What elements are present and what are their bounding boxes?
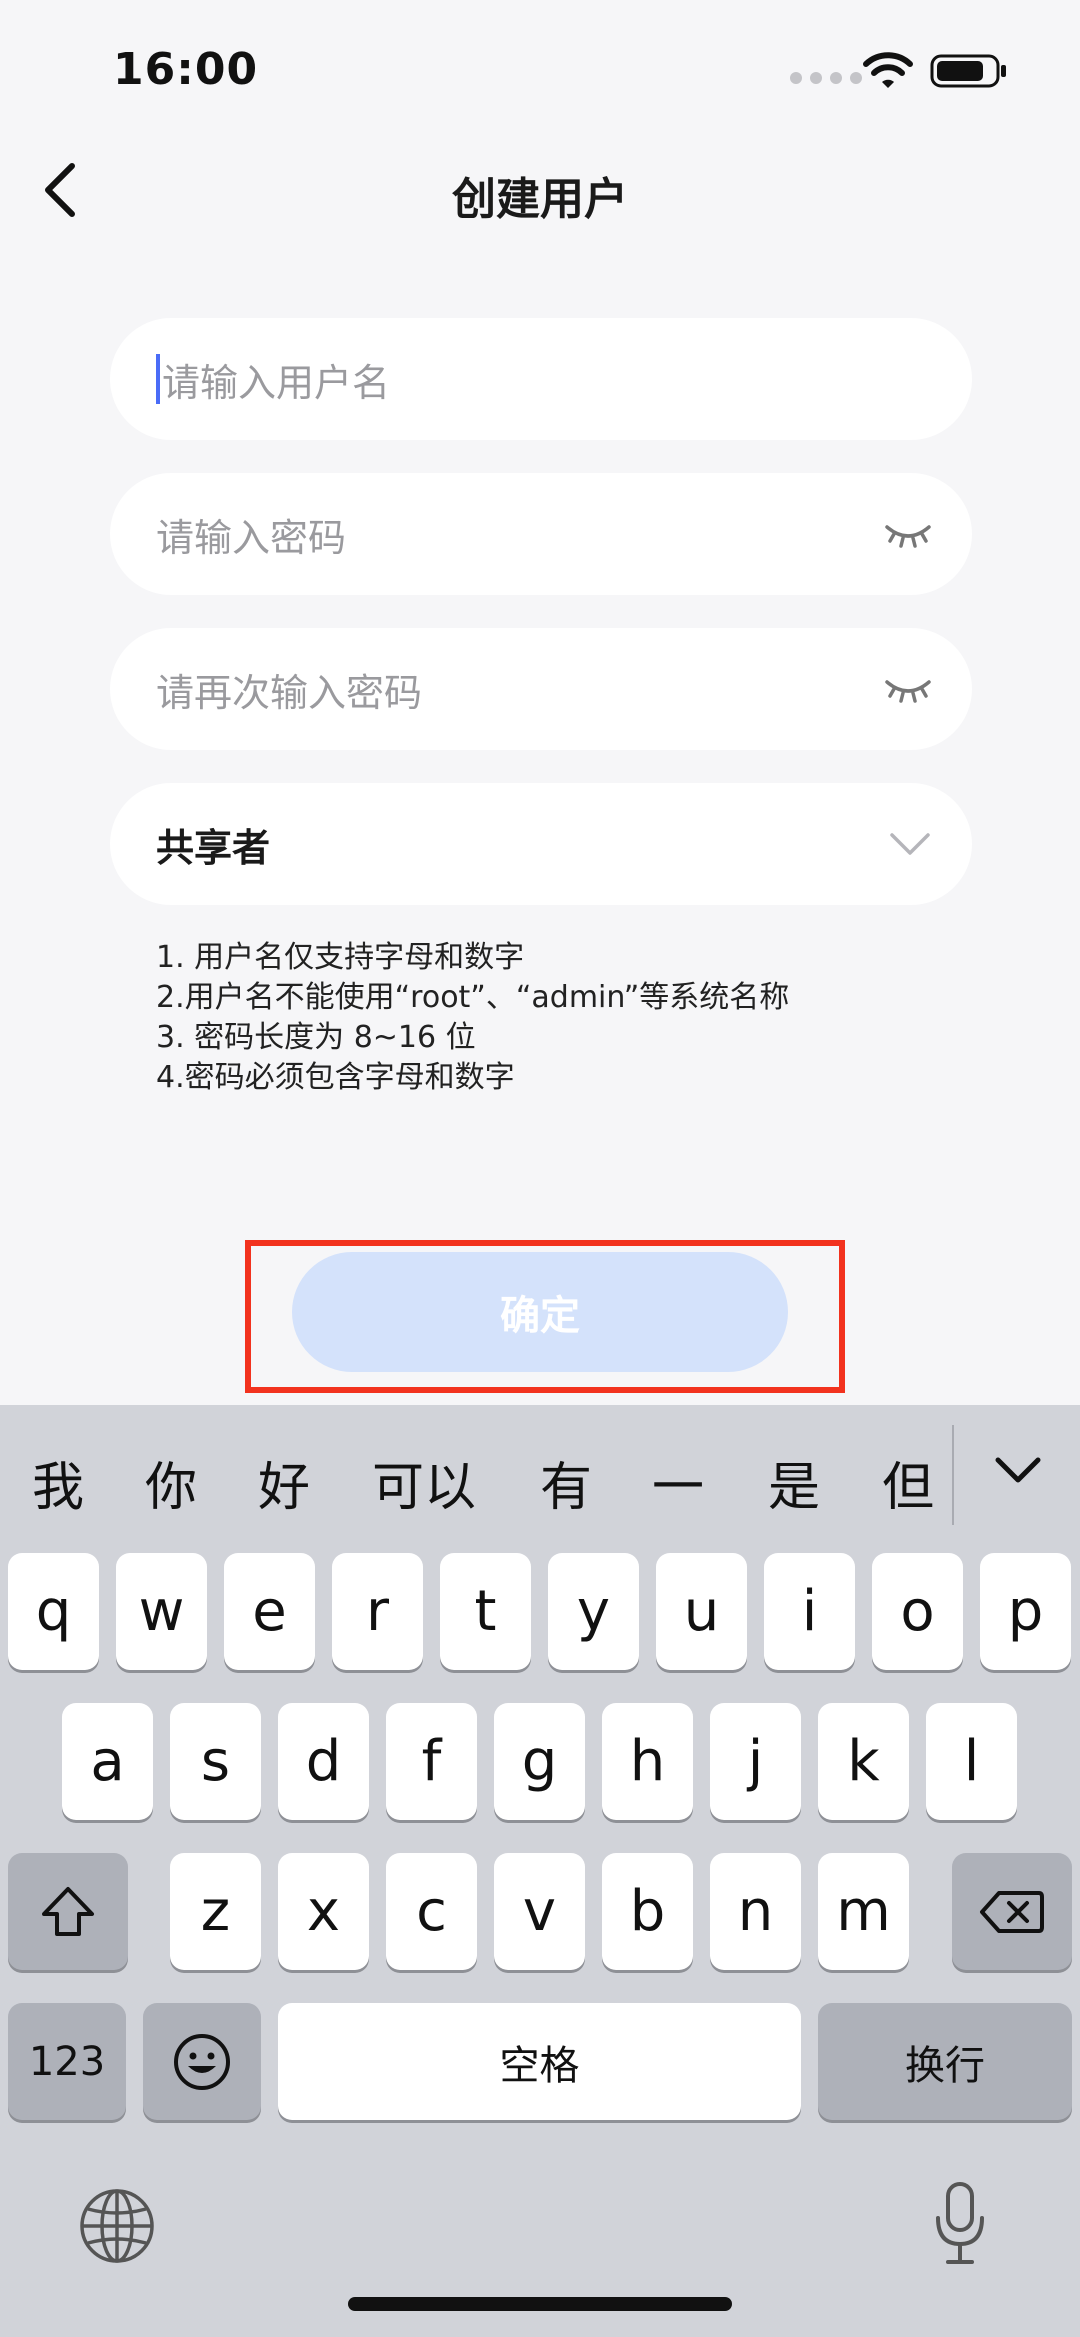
home-indicator	[348, 2297, 732, 2311]
password-placeholder: 请输入密码	[156, 515, 347, 560]
chevron-down-icon	[890, 833, 930, 855]
key-s[interactable]: s	[170, 1703, 261, 1820]
candidate-item[interactable]: 我	[32, 1445, 84, 1520]
username-input[interactable]: 请输入用户名	[110, 318, 972, 440]
shift-icon	[42, 1886, 94, 1936]
candidate-item[interactable]: 有	[540, 1445, 592, 1520]
page-title: 创建用户	[452, 174, 628, 225]
candidate-item[interactable]: 你	[145, 1445, 197, 1520]
key-a[interactable]: a	[62, 1703, 153, 1820]
candidate-item[interactable]: 是	[768, 1445, 820, 1520]
emoji-key[interactable]	[143, 2003, 261, 2120]
rule-item: 1. 用户名仅支持字母和数字	[156, 940, 525, 975]
key-f[interactable]: f	[386, 1703, 477, 1820]
backspace-icon	[980, 1890, 1044, 1933]
status-bar: 16:00	[0, 0, 1080, 140]
key-v[interactable]: v	[494, 1853, 585, 1970]
key-p[interactable]: p	[980, 1553, 1071, 1670]
delete-key[interactable]	[952, 1853, 1072, 1970]
space-key[interactable]: 空格	[278, 2003, 801, 2120]
rule-item: 3. 密码长度为 8~16 位	[156, 1020, 476, 1055]
emoji-icon	[174, 2033, 230, 2090]
return-key[interactable]: 换行	[818, 2003, 1072, 2120]
key-t[interactable]: t	[440, 1553, 531, 1670]
candidate-item[interactable]: 一	[652, 1445, 704, 1520]
key-u[interactable]: u	[656, 1553, 747, 1670]
key-g[interactable]: g	[494, 1703, 585, 1820]
key-n[interactable]: n	[710, 1853, 801, 1970]
key-q[interactable]: q	[8, 1553, 99, 1670]
key-i[interactable]: i	[764, 1553, 855, 1670]
eye-closed-icon[interactable]	[884, 519, 932, 549]
password-rules: 1. 用户名仅支持字母和数字 2.用户名不能使用“root”、“admin”等系…	[156, 938, 789, 1098]
status-time: 16:00	[113, 44, 259, 95]
key-b[interactable]: b	[602, 1853, 693, 1970]
key-k[interactable]: k	[818, 1703, 909, 1820]
role-value: 共享者	[156, 825, 271, 870]
keyboard: 我 你 好 可以 有 一 是 但 q w e r t y u i o p a s…	[0, 1405, 1080, 2337]
key-h[interactable]: h	[602, 1703, 693, 1820]
rule-item: 2.用户名不能使用“root”、“admin”等系统名称	[156, 980, 790, 1015]
key-z[interactable]: z	[170, 1853, 261, 1970]
key-x[interactable]: x	[278, 1853, 369, 1970]
microphone-icon[interactable]	[930, 2180, 990, 2268]
eye-closed-icon[interactable]	[884, 674, 932, 704]
candidate-divider	[952, 1425, 954, 1525]
candidate-item[interactable]: 但	[882, 1445, 934, 1520]
candidate-item[interactable]: 可以	[372, 1445, 476, 1520]
chevron-down-icon[interactable]	[990, 1450, 1046, 1490]
shift-key[interactable]	[8, 1853, 128, 1970]
numbers-key[interactable]: 123	[8, 2003, 126, 2120]
text-cursor	[156, 354, 160, 404]
key-o[interactable]: o	[872, 1553, 963, 1670]
candidate-bar: 我 你 好 可以 有 一 是 但	[0, 1405, 1080, 1550]
create-user-screen: 16:00 创建用户 请输入用户名 请输入密码 请再次输入密码 共享者 1. 用…	[0, 0, 1080, 2337]
key-c[interactable]: c	[386, 1853, 477, 1970]
globe-icon[interactable]	[78, 2187, 156, 2265]
key-w[interactable]: w	[116, 1553, 207, 1670]
highlight-annotation	[245, 1240, 845, 1393]
key-y[interactable]: y	[548, 1553, 639, 1670]
confirm-password-input[interactable]: 请再次输入密码	[110, 628, 972, 750]
candidate-item[interactable]: 好	[258, 1445, 310, 1520]
confirm-password-placeholder: 请再次输入密码	[156, 670, 423, 715]
key-l[interactable]: l	[926, 1703, 1017, 1820]
key-r[interactable]: r	[332, 1553, 423, 1670]
signal-icon	[790, 72, 862, 84]
wifi-icon	[863, 52, 913, 88]
battery-icon	[930, 54, 1006, 88]
key-m[interactable]: m	[818, 1853, 909, 1970]
rule-item: 4.密码必须包含字母和数字	[156, 1060, 515, 1095]
key-e[interactable]: e	[224, 1553, 315, 1670]
role-select[interactable]: 共享者	[110, 783, 972, 905]
username-placeholder: 请输入用户名	[162, 360, 391, 405]
key-d[interactable]: d	[278, 1703, 369, 1820]
password-input[interactable]: 请输入密码	[110, 473, 972, 595]
key-j[interactable]: j	[710, 1703, 801, 1820]
